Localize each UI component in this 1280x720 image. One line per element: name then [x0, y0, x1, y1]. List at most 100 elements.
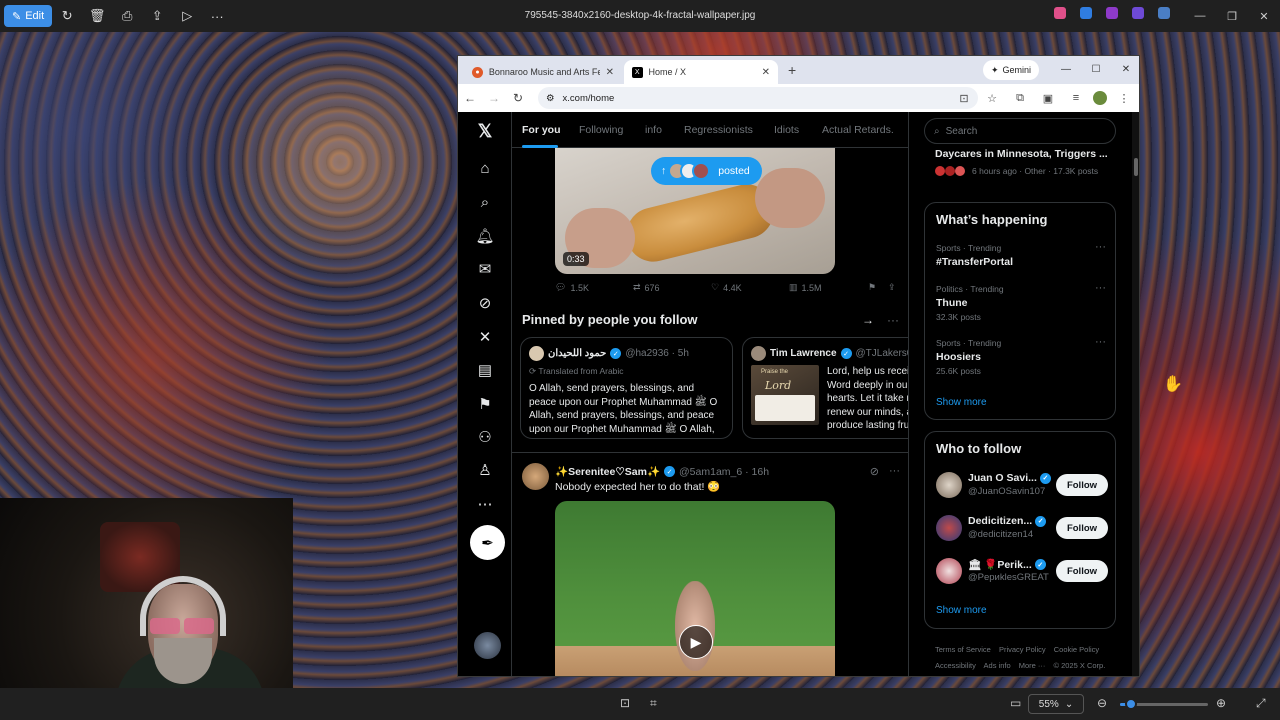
- copilot-icon[interactable]: [1054, 7, 1066, 19]
- tab-regressionists[interactable]: Regressionists: [684, 124, 753, 136]
- reply-button[interactable]: 💬︎ 1.5K: [555, 282, 589, 293]
- home-icon[interactable]: ⌂: [474, 157, 496, 179]
- maximize-icon[interactable]: ❐: [1216, 0, 1248, 32]
- tab-following[interactable]: Following: [579, 124, 623, 136]
- visual-search-icon[interactable]: ⌗: [650, 696, 657, 711]
- lists-icon[interactable]: ▤: [474, 359, 496, 381]
- author-name[interactable]: ✨Serenitee♡Sam✨: [555, 465, 660, 478]
- tab-home-x[interactable]: X Home / X ✕: [624, 60, 778, 84]
- minimize-icon[interactable]: —: [1051, 56, 1081, 82]
- trend-item[interactable]: Sports · Trending Hoosiers 25.6K posts ·…: [936, 336, 1106, 376]
- follow-suggestion[interactable]: Dedicitizen... ✓ @dedicitizen14 Follow: [936, 513, 1108, 543]
- profile-icon[interactable]: ♙: [474, 459, 496, 481]
- views-button[interactable]: ▥ 1.5M: [789, 282, 822, 293]
- tab-close-icon[interactable]: ✕: [762, 67, 770, 78]
- communities-icon[interactable]: ⚇: [474, 426, 496, 448]
- author-name[interactable]: Tim Lawrence: [770, 348, 837, 359]
- footer-link[interactable]: More ···: [1019, 661, 1046, 670]
- avatar[interactable]: [936, 515, 962, 541]
- designer-icon[interactable]: [1080, 7, 1092, 19]
- trend-item[interactable]: Sports · Trending #TransferPortal ···: [936, 241, 1106, 268]
- follow-button[interactable]: Follow: [1056, 517, 1108, 539]
- print-icon[interactable]: ⎙: [112, 3, 142, 29]
- premium-x-icon[interactable]: ✕: [474, 326, 496, 348]
- menu-icon[interactable]: ⋮: [1113, 87, 1135, 109]
- news-item[interactable]: Daycares in Minnesota, Triggers ... 6 ho…: [924, 148, 1116, 176]
- gemini-button[interactable]: ✦ Gemini: [983, 60, 1040, 80]
- zoom-out-icon[interactable]: ⊖: [1097, 696, 1107, 710]
- notifications-icon[interactable]: 🔔︎: [474, 225, 496, 247]
- zoom-in-icon[interactable]: ⊕: [1216, 696, 1226, 710]
- close-icon[interactable]: ✕: [1111, 56, 1139, 82]
- search-input[interactable]: ⌕ Search: [924, 118, 1116, 144]
- edit-button[interactable]: ✎ Edit: [4, 5, 53, 27]
- show-more-link[interactable]: Show more: [936, 605, 987, 616]
- bookmarks-icon[interactable]: ⚑: [474, 393, 496, 415]
- back-icon[interactable]: ←: [458, 86, 482, 110]
- follow-suggestion[interactable]: Juan O Savi... ✓ @JuanOSavin107 Follow: [936, 470, 1108, 500]
- more-options-icon[interactable]: ···: [1095, 336, 1106, 348]
- show-more-link[interactable]: Show more: [936, 397, 987, 408]
- page-scrollbar[interactable]: [1132, 112, 1139, 676]
- share-icon[interactable]: ⇪: [142, 3, 172, 29]
- tab-bonnaroo[interactable]: ● Bonnaroo Music and Arts Festi ✕: [464, 60, 622, 84]
- video-editor-icon[interactable]: [1132, 7, 1144, 19]
- tab-actual-retards[interactable]: Actual Retards.: [822, 124, 894, 136]
- clipchamp-icon[interactable]: [1106, 7, 1118, 19]
- author-name[interactable]: حمود اللحيدان: [548, 348, 606, 359]
- forward-icon[interactable]: →: [482, 86, 506, 110]
- more-options-icon[interactable]: ···: [889, 465, 900, 478]
- account-avatar[interactable]: [474, 632, 501, 659]
- site-info-icon[interactable]: ⚙: [546, 93, 555, 104]
- play-icon[interactable]: ▶: [679, 625, 713, 659]
- arrow-right-icon[interactable]: →: [862, 313, 874, 327]
- address-bar[interactable]: ⚙ x.com/home: [538, 87, 978, 109]
- avatar[interactable]: [936, 558, 962, 584]
- tweet[interactable]: ✨Serenitee♡Sam✨ ✓ @5am1am_6 · 16h ⊘ ··· …: [512, 452, 908, 676]
- install-app-icon[interactable]: ⊡: [953, 87, 975, 109]
- crop-icon[interactable]: ⊡: [620, 696, 630, 710]
- more-options-icon[interactable]: ···: [1095, 282, 1106, 294]
- follow-button[interactable]: Follow: [1056, 560, 1108, 582]
- grok-icon[interactable]: ⊘: [870, 465, 879, 478]
- reload-icon[interactable]: ↻: [506, 86, 530, 110]
- tab-close-icon[interactable]: ✕: [606, 67, 614, 78]
- close-icon[interactable]: ✕: [1248, 0, 1280, 32]
- tab-for-you[interactable]: For you: [522, 124, 561, 136]
- profile-avatar[interactable]: [1093, 91, 1107, 105]
- bookmark-star-icon[interactable]: ☆: [981, 87, 1003, 109]
- avatar[interactable]: [936, 472, 962, 498]
- grok-icon[interactable]: ⊘: [474, 292, 496, 314]
- pinned-card[interactable]: حمود اللحيدان ✓ @ha2936 · 5h ⟳ Translate…: [520, 337, 733, 439]
- extensions-icon[interactable]: ⧉: [1009, 87, 1031, 109]
- trend-item[interactable]: Politics · Trending Thune 32.3K posts ··…: [936, 282, 1106, 322]
- x-logo-icon[interactable]: 𝕏: [474, 120, 496, 142]
- share-icon[interactable]: ⇪: [888, 282, 896, 293]
- compose-post-button[interactable]: ✒: [470, 525, 505, 560]
- bookmark-icon[interactable]: ⚑: [868, 282, 876, 293]
- scroll-thumb[interactable]: [1134, 158, 1138, 176]
- like-button[interactable]: ♡ 4.4K: [711, 282, 742, 293]
- maximize-icon[interactable]: ☐: [1081, 56, 1111, 82]
- tab-info[interactable]: info: [645, 124, 662, 136]
- new-tab-icon[interactable]: +: [788, 62, 796, 78]
- avatar[interactable]: [751, 346, 766, 361]
- zoom-dropdown[interactable]: 55% ⌄: [1028, 694, 1084, 714]
- more-options-icon[interactable]: ···: [887, 313, 899, 327]
- footer-link[interactable]: Accessibility: [935, 661, 976, 670]
- slideshow-icon[interactable]: ▷: [172, 3, 202, 29]
- pinned-card[interactable]: Tim Lawrence ✓ @TJLakers01 Praise the Lo…: [742, 337, 908, 439]
- minimize-icon[interactable]: —: [1184, 0, 1216, 32]
- repost-button[interactable]: ⇄ 676: [633, 282, 660, 293]
- rotate-icon[interactable]: ↻: [52, 3, 82, 29]
- tweet-video[interactable]: ▶: [555, 501, 835, 676]
- more-options-icon[interactable]: ···: [1095, 241, 1106, 253]
- media-controls-icon[interactable]: ≡: [1065, 87, 1087, 109]
- delete-icon[interactable]: 🗑: [82, 3, 112, 29]
- footer-link[interactable]: Privacy Policy: [999, 645, 1046, 654]
- avatar[interactable]: [522, 463, 549, 490]
- more-icon[interactable]: ⋯: [474, 493, 496, 515]
- footer-link[interactable]: Terms of Service: [935, 645, 991, 654]
- follow-suggestion[interactable]: 🏛 🌹Perik... ✓ @PериklesGREAT Follow: [936, 556, 1108, 586]
- follow-button[interactable]: Follow: [1056, 474, 1108, 496]
